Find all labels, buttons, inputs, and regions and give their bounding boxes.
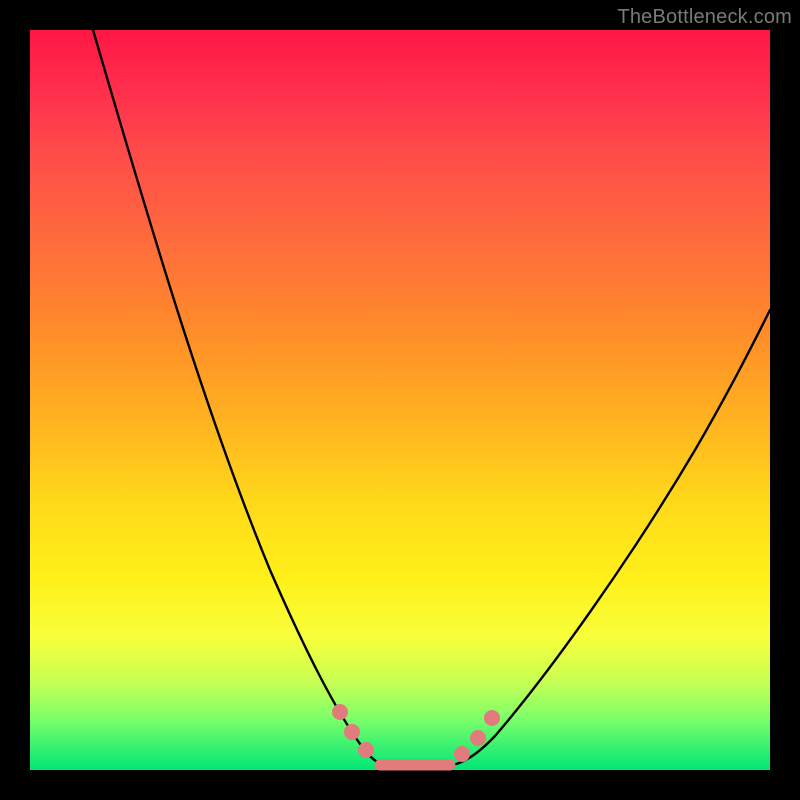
marker-dot bbox=[484, 710, 500, 726]
curve-left-branch bbox=[93, 30, 388, 766]
marker-dot bbox=[358, 742, 374, 758]
marker-dot bbox=[454, 746, 470, 762]
bottleneck-curve bbox=[30, 30, 770, 770]
marker-dot bbox=[332, 704, 348, 720]
marker-dot bbox=[344, 724, 360, 740]
chart-frame: TheBottleneck.com bbox=[0, 0, 800, 800]
plot-area bbox=[30, 30, 770, 770]
watermark-text: TheBottleneck.com bbox=[617, 6, 792, 29]
curve-right-branch bbox=[446, 310, 770, 766]
marker-dot bbox=[470, 730, 486, 746]
